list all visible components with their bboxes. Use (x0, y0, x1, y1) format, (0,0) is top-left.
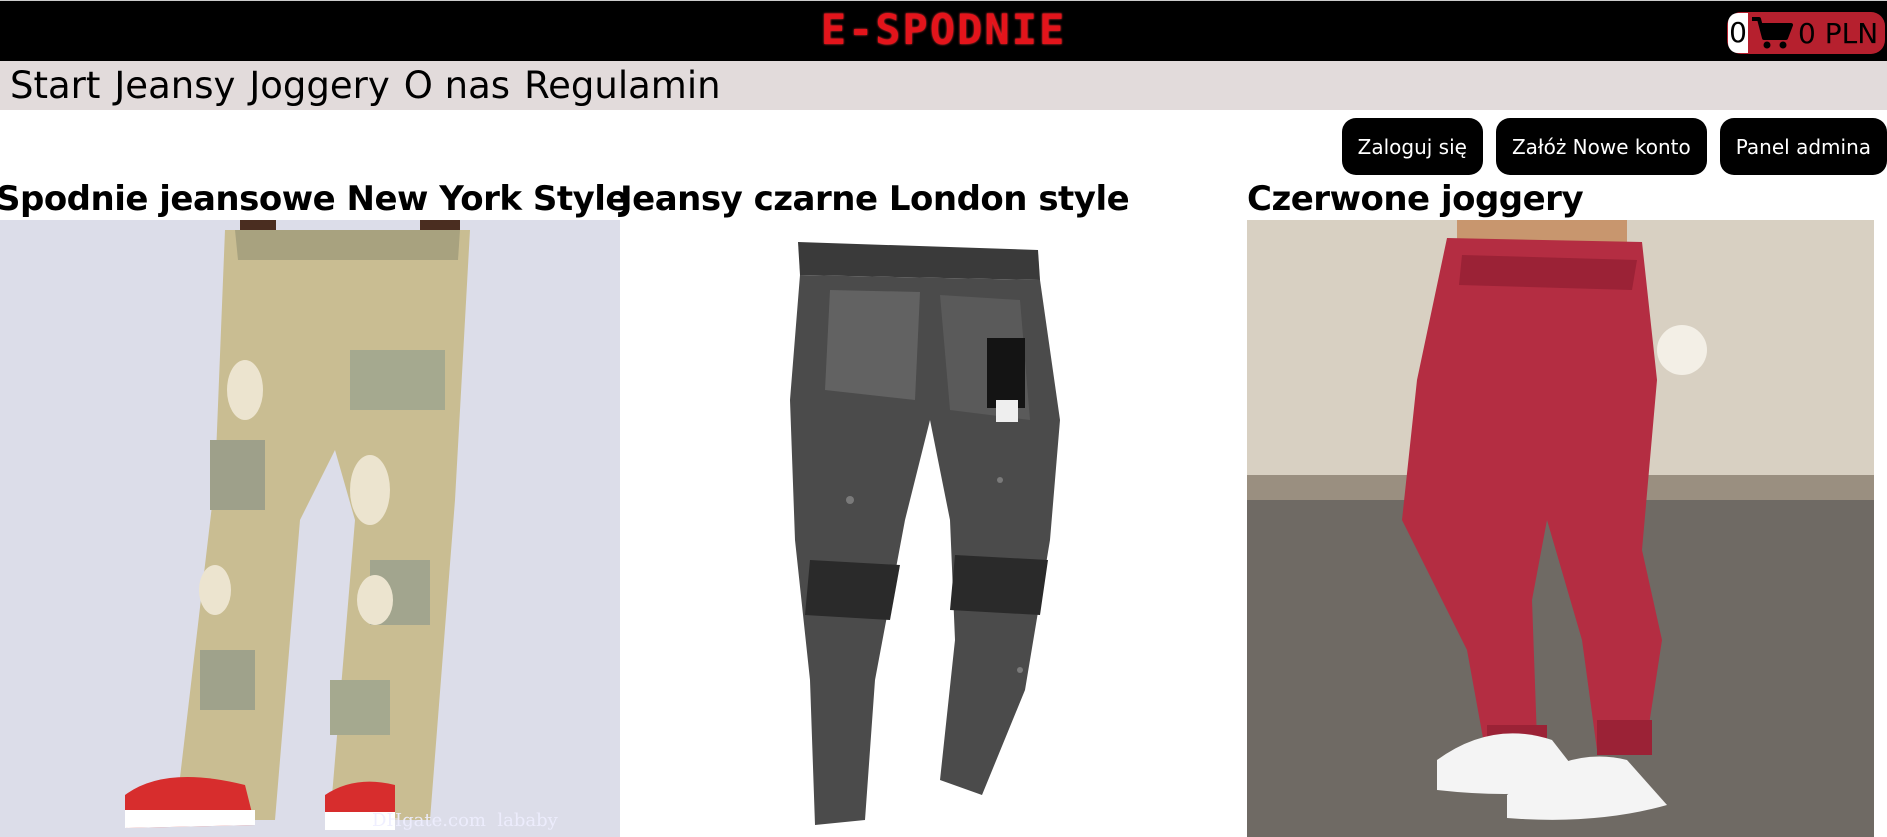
product-title[interactable]: Czerwone joggery (1247, 178, 1584, 220)
image-watermark: DHgate.com lababy (372, 810, 558, 831)
cart-total: 0 PLN (1798, 16, 1879, 50)
main-nav: Start Jeansy Joggery O nas Regulamin (0, 61, 1887, 110)
product-title[interactable]: Jeansy czarne London style (620, 178, 1130, 220)
top-header: E-SPODNIE 0 0 PLN (0, 0, 1887, 61)
nav-item-start[interactable]: Start (10, 61, 100, 110)
product-card[interactable]: Czerwone joggery (1247, 178, 1874, 837)
nav-item-o-nas[interactable]: O nas (404, 61, 510, 110)
product-card[interactable]: Spodnie jeansowe New York Style DHgate.c… (0, 178, 629, 837)
cart-count: 0 (1728, 13, 1748, 53)
product-title[interactable]: Spodnie jeansowe New York Style (0, 178, 629, 220)
cart-button[interactable]: 0 0 PLN (1727, 12, 1885, 54)
auth-buttons: Zaloguj się Załóż Nowe konto Panel admin… (1341, 118, 1887, 175)
nav-item-jeansy[interactable]: Jeansy (114, 61, 235, 110)
site-logo[interactable]: E-SPODNIE (0, 5, 1887, 54)
register-button[interactable]: Załóż Nowe konto (1495, 118, 1707, 175)
login-button[interactable]: Zaloguj się (1341, 118, 1483, 175)
product-image[interactable] (620, 220, 1247, 837)
product-image[interactable]: DHgate.com lababy (0, 220, 621, 837)
product-image[interactable] (1247, 220, 1874, 837)
nav-item-regulamin[interactable]: Regulamin (524, 61, 720, 110)
product-card[interactable]: Jeansy czarne London style (620, 178, 1247, 837)
nav-item-joggery[interactable]: Joggery (249, 61, 389, 110)
admin-panel-button[interactable]: Panel admina (1719, 118, 1887, 175)
cart-icon (1750, 16, 1794, 50)
